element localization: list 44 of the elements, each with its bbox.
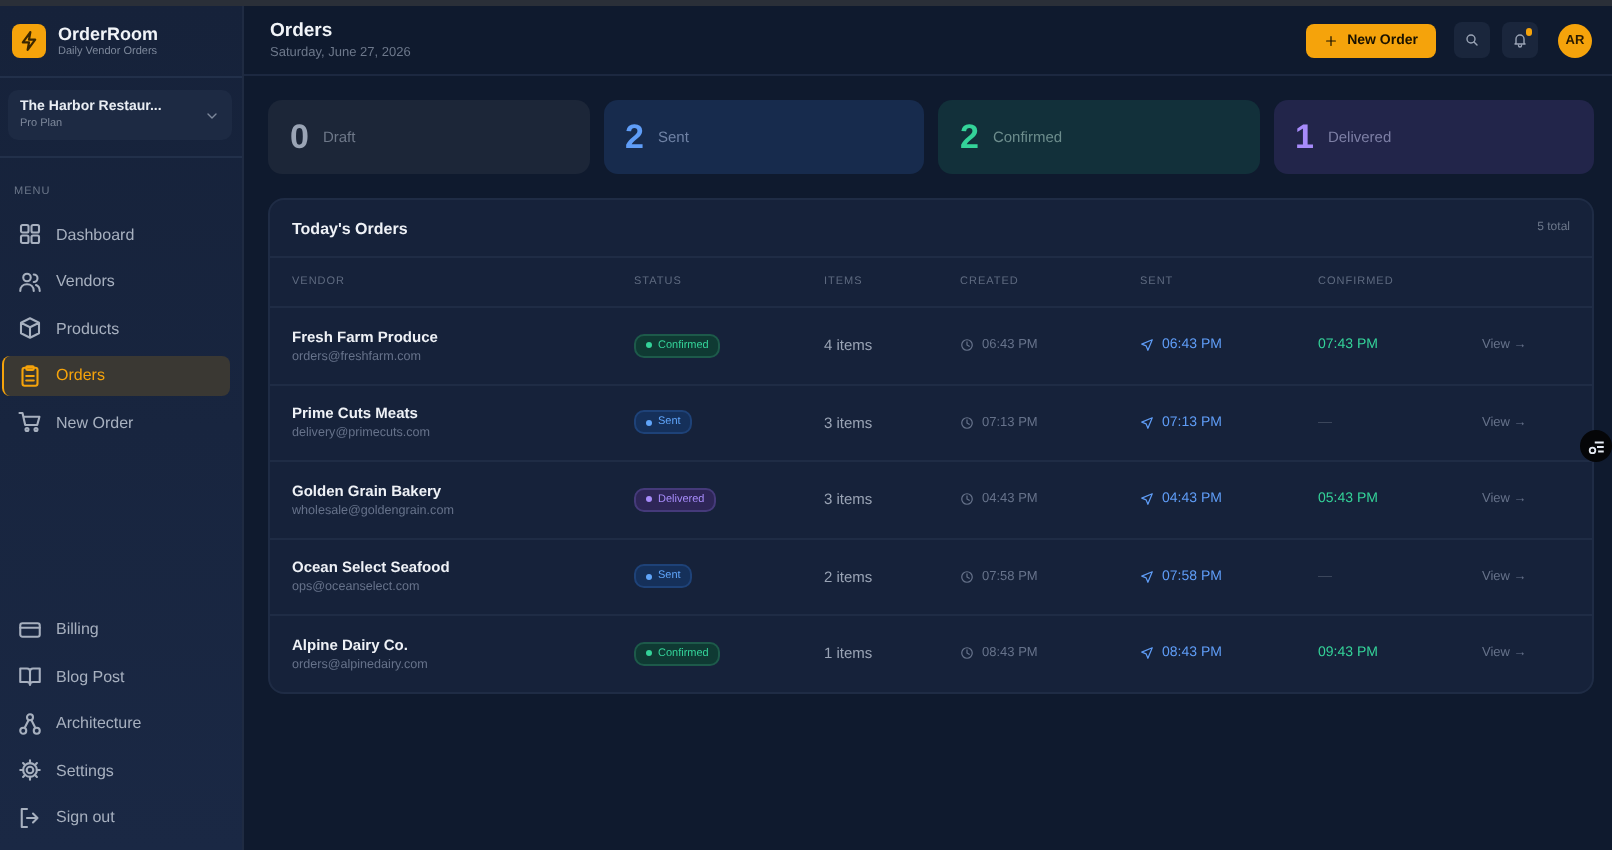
- nav-item[interactable]: Settings: [2, 750, 230, 791]
- book-icon: [18, 664, 42, 689]
- sign-out-icon: [18, 805, 42, 830]
- logo-icon: [12, 24, 46, 58]
- clock-icon: [960, 646, 974, 661]
- app-name: OrderRoom: [58, 24, 159, 44]
- clock-icon: [960, 492, 974, 507]
- nav-item[interactable]: Blog Post: [2, 656, 230, 697]
- nav-item[interactable]: Sign out: [2, 797, 230, 838]
- stat-count: 2: [960, 117, 979, 157]
- nav-item[interactable]: Orders: [2, 355, 230, 396]
- grid-icon: [18, 222, 42, 247]
- page-title: Orders: [270, 20, 335, 42]
- send-icon: [1140, 492, 1154, 507]
- send-icon: [1140, 646, 1154, 661]
- nav-item[interactable]: Billing: [2, 609, 230, 650]
- clock-icon: [960, 338, 974, 353]
- bell-icon: [1512, 32, 1528, 48]
- send-icon: [1140, 338, 1154, 353]
- box-icon: [18, 316, 42, 341]
- stat-count: 0: [290, 117, 309, 157]
- plus-icon: [1323, 33, 1338, 47]
- clock-icon: [960, 415, 974, 430]
- search-icon: [1464, 32, 1480, 48]
- hierarchy-icon: [18, 711, 42, 736]
- users-icon: [18, 269, 42, 294]
- notifications-button[interactable]: [1502, 22, 1538, 58]
- nav-item[interactable]: Architecture: [2, 703, 230, 744]
- nav-item[interactable]: Dashboard: [2, 214, 230, 255]
- stat-count: 1: [1295, 117, 1314, 157]
- nav-item[interactable]: Vendors: [2, 261, 230, 302]
- nav-item[interactable]: New Order: [2, 402, 230, 443]
- table-title: Today's Orders: [292, 219, 408, 237]
- settings-icon: [18, 758, 42, 783]
- nav-item[interactable]: Products: [2, 308, 230, 349]
- stat-count: 2: [625, 117, 644, 157]
- credit-card-icon: [18, 617, 42, 642]
- clipboard-icon: [18, 363, 42, 388]
- cart-icon: [18, 410, 42, 435]
- send-icon: [1140, 415, 1154, 430]
- send-icon: [1140, 569, 1154, 584]
- floating-widget-icon[interactable]: [1580, 430, 1612, 462]
- clock-icon: [960, 569, 974, 584]
- search-button[interactable]: [1454, 22, 1490, 58]
